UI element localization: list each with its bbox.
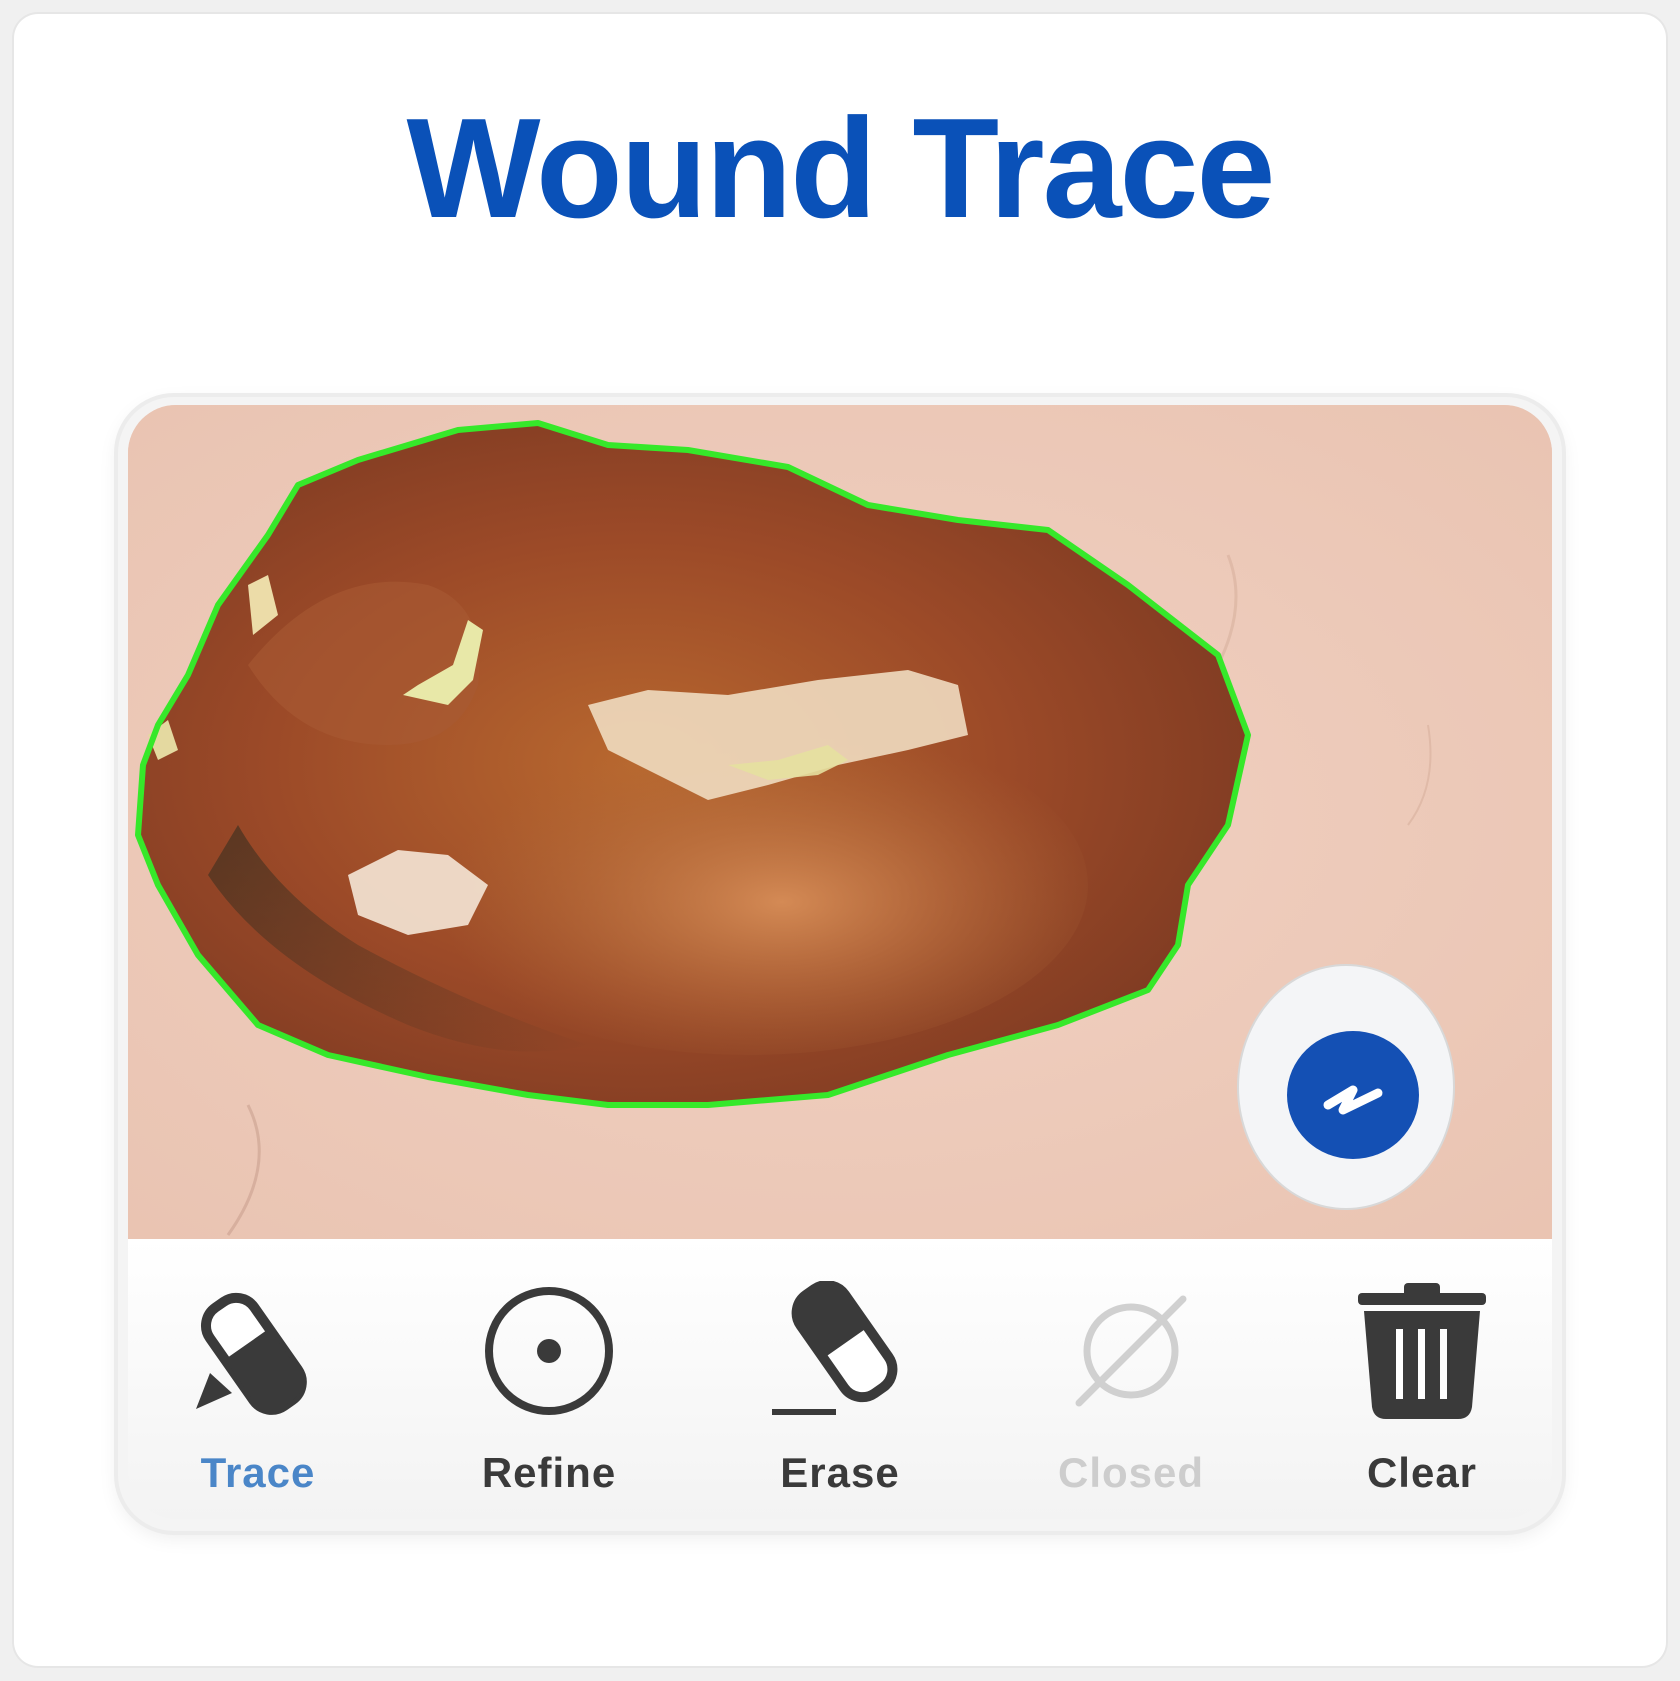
trash-icon: [1358, 1283, 1486, 1419]
clear-button[interactable]: Clear: [1322, 1239, 1522, 1499]
wound-photo[interactable]: [128, 405, 1552, 1239]
app-screen: Trace Refine Erase Closed Clear: [118, 397, 1562, 1531]
wound-image: [128, 405, 1552, 1239]
eraser-icon: [772, 1281, 898, 1415]
empty-set-icon: [1075, 1295, 1187, 1407]
calibration-sticker: [1237, 964, 1455, 1210]
refine-label: Refine: [481, 1449, 617, 1496]
trace-label: Trace: [200, 1449, 316, 1496]
main-card: Wound Trace Trace Refine Erase Closed Cl…: [14, 14, 1666, 1666]
tool-bar: Trace Refine Erase Closed Clear: [128, 1239, 1552, 1519]
refine-button[interactable]: Refine: [449, 1239, 649, 1499]
clear-label: Clear: [1366, 1449, 1478, 1496]
trace-button[interactable]: Trace: [158, 1239, 358, 1499]
erase-label: Erase: [780, 1449, 900, 1496]
erase-button[interactable]: Erase: [740, 1239, 940, 1499]
page-title: Wound Trace: [406, 89, 1276, 248]
closed-button[interactable]: Closed: [1031, 1239, 1231, 1499]
closed-label: Closed: [1057, 1449, 1205, 1496]
pencil-eraser-icon: [196, 1292, 307, 1415]
target-circle-icon: [485, 1287, 613, 1415]
